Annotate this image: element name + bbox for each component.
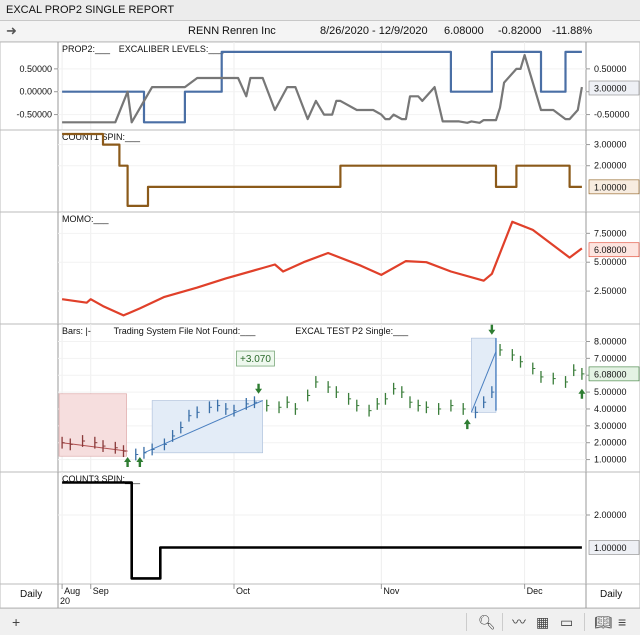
y-tick-label: 5.00000 [594,257,627,267]
y-tick-label-left: 0.00000 [19,87,52,97]
period-label-right: Daily [600,589,622,600]
y-tick-label: 7.00000 [594,353,627,363]
last-value-label: 3.00000 [594,84,627,94]
y-tick-label: 8.00000 [594,336,627,346]
symbol-ticker[interactable]: RENN [188,21,219,41]
last-value-label: 1.00000 [594,543,627,553]
y-tick-label: 0.50000 [594,64,627,74]
x-tick-label: Nov [383,586,400,596]
last-value-label: 1.00000 [594,182,627,192]
y-tick-label: 5.00000 [594,387,627,397]
window-title: EXCAL PROP2 SINGLE REPORT [6,0,174,20]
y-tick-label: 2.00000 [594,438,627,448]
last-value-label: 6.08000 [594,245,627,255]
pane-label: MOMO:___ [62,214,110,224]
book-icon[interactable]: 📖︎ [594,614,612,630]
pane-4-frame [0,472,640,584]
divider [502,613,503,631]
annotation-label: +3.070 [240,354,271,365]
pane-label: PROP2:___ [62,44,111,54]
panel-icon[interactable]: ▭ [560,614,573,630]
last-price: 6.08000 [444,21,484,41]
divider [584,613,585,631]
y-tick-label: -0.50000 [594,110,630,120]
y-tick-label: 4.00000 [594,404,627,414]
pane-0-frame [0,42,640,130]
bottom-toolbar: + 🔍︎ 〰 ▦ ▭ 📖︎ ≡ [0,608,640,635]
line-chart-icon[interactable]: 〰 [512,614,526,630]
pane-1-frame [0,130,640,212]
y-tick-label-left: -0.50000 [16,110,52,120]
x-year-label: 20 [60,596,70,606]
date-range[interactable]: 8/26/2020 - 12/9/2020 [320,21,428,41]
pane-label: EXCAL TEST P2 Single:___ [295,326,409,336]
y-tick-label: 3.00000 [594,140,627,150]
y-tick-label-left: 0.50000 [19,64,52,74]
grid-icon[interactable]: ▦ [536,614,549,630]
x-tick-label: Sep [93,586,109,596]
price-change: -0.82000 [498,21,541,41]
pane-2-frame [0,212,640,324]
list-icon[interactable]: ≡ [618,614,626,630]
pane-label: EXCALIBER LEVELS:___ [119,44,225,54]
divider [466,613,467,631]
y-tick-label: 2.50000 [594,286,627,296]
period-label-left: Daily [20,589,42,600]
percent-change: -11.88% [552,21,592,41]
company-name: Renren Inc [222,21,276,41]
y-tick-label: 2.00000 [594,510,627,520]
chart-area[interactable]: PROP2:___ EXCALIBER LEVELS:___ 0.50000 0.00… [0,42,640,608]
last-value-label: 6.08000 [594,369,627,379]
x-tick-label: Aug [64,586,80,596]
y-tick-label: 3.00000 [594,421,627,431]
forward-arrow-icon[interactable]: ➜ [6,21,20,41]
y-tick-label: 1.00000 [594,455,627,465]
pane-label: Bars: |- [62,326,91,336]
x-tick-label: Oct [236,586,251,596]
y-tick-label: 2.00000 [594,161,627,171]
symbol-toolbar: ➜ RENN Renren Inc 8/26/2020 - 12/9/2020 … [0,21,640,42]
search-icon[interactable]: 🔍︎ [478,614,496,630]
pane-label: Trading System File Not Found:___ [114,326,257,336]
y-tick-label: 7.50000 [594,228,627,238]
x-tick-label: Dec [527,586,544,596]
add-icon[interactable]: + [12,614,20,630]
window-titlebar: EXCAL PROP2 SINGLE REPORT [0,0,640,21]
